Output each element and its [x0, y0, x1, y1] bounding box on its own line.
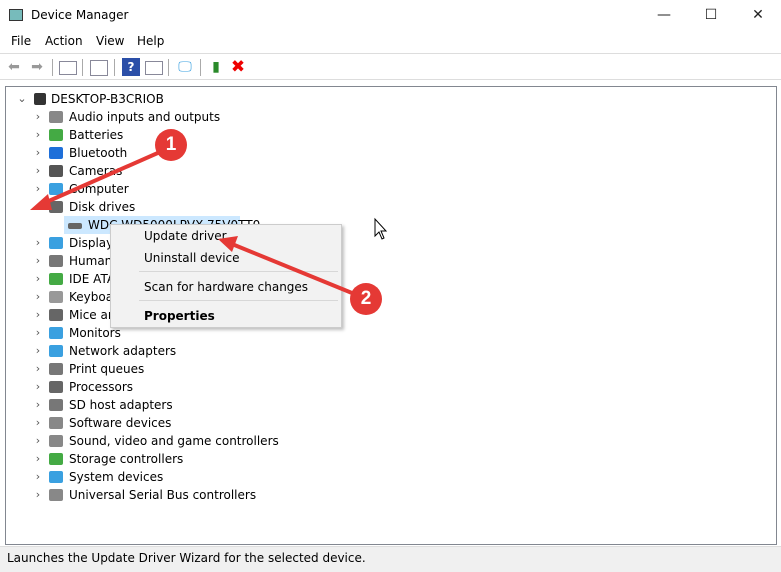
- device-category-icon: [49, 255, 63, 267]
- tree-item-label: Computer: [69, 182, 129, 196]
- device-category-icon: [49, 273, 63, 285]
- chevron-right-icon[interactable]: ›: [32, 468, 44, 486]
- disk-drive-icon: [68, 223, 82, 229]
- action-pane-icon[interactable]: [145, 61, 163, 75]
- chevron-right-icon[interactable]: ›: [32, 342, 44, 360]
- device-category-icon: [49, 111, 63, 123]
- tree-item-label: Cameras: [69, 164, 123, 178]
- chevron-right-icon[interactable]: ›: [32, 360, 44, 378]
- device-category-icon: [49, 327, 63, 339]
- back-icon[interactable]: ⬅: [5, 58, 23, 76]
- forward-icon[interactable]: ➡: [28, 58, 46, 76]
- device-category-icon: [49, 363, 63, 375]
- show-hide-console-tree-icon[interactable]: [59, 61, 77, 75]
- device-category-icon: [49, 381, 63, 393]
- context-menu: Update driver Uninstall device Scan for …: [110, 224, 342, 328]
- tree-item-label: Universal Serial Bus controllers: [69, 488, 257, 502]
- chevron-right-icon[interactable]: ›: [32, 270, 44, 288]
- chevron-right-icon[interactable]: ›: [32, 108, 44, 126]
- menu-view[interactable]: View: [96, 34, 124, 48]
- scan-hardware-icon[interactable]: 🖵: [176, 58, 194, 76]
- menu-properties[interactable]: Properties: [144, 309, 215, 323]
- chevron-right-icon[interactable]: ›: [32, 486, 44, 504]
- device-category-icon: [49, 345, 63, 357]
- tree-item-label: Software devices: [69, 416, 172, 430]
- chevron-right-icon[interactable]: ›: [32, 378, 44, 396]
- device-category-icon: [49, 489, 63, 501]
- device-category-icon: [49, 237, 63, 249]
- menu-bar: File Action View Help: [0, 31, 781, 52]
- device-category-icon: [49, 147, 63, 159]
- tree-item-label: System devices: [69, 470, 164, 484]
- chevron-right-icon[interactable]: ›: [32, 252, 44, 270]
- computer-icon: [34, 93, 46, 105]
- chevron-right-icon[interactable]: ›: [32, 432, 44, 450]
- uninstall-icon[interactable]: ✖: [229, 58, 247, 76]
- device-category-icon: [49, 453, 63, 465]
- menu-update-driver[interactable]: Update driver: [144, 229, 227, 243]
- tree-item-label: Bluetooth: [69, 146, 128, 160]
- device-category-icon: [49, 435, 63, 447]
- chevron-right-icon[interactable]: ›: [32, 396, 44, 414]
- window-title: Device Manager: [31, 8, 129, 22]
- device-category-icon: [49, 309, 63, 321]
- annotation-badge-1: 1: [155, 129, 187, 161]
- tree-item-label: Print queues: [69, 362, 145, 376]
- chevron-right-icon[interactable]: ›: [32, 162, 44, 180]
- menu-help[interactable]: Help: [137, 34, 164, 48]
- device-category-icon: [49, 291, 63, 303]
- device-category-icon: [49, 165, 63, 177]
- status-bar: Launches the Update Driver Wizard for th…: [0, 546, 781, 572]
- chevron-right-icon[interactable]: ›: [32, 450, 44, 468]
- root-label: DESKTOP-B3CRIOB: [51, 92, 164, 106]
- chevron-right-icon[interactable]: ›: [32, 126, 44, 144]
- chevron-right-icon[interactable]: ›: [32, 234, 44, 252]
- title-bar: Device Manager — ☐ ✕: [0, 0, 781, 31]
- help-icon[interactable]: ?: [122, 58, 140, 76]
- menu-scan-hardware[interactable]: Scan for hardware changes: [144, 280, 308, 294]
- chevron-right-icon[interactable]: ›: [32, 144, 44, 162]
- tree-item-label: Processors: [69, 380, 134, 394]
- device-category-icon: [49, 183, 63, 195]
- update-driver-icon[interactable]: ▮: [207, 58, 225, 76]
- device-category-icon: [49, 399, 63, 411]
- tree-item-label: Disk drives: [69, 200, 136, 214]
- chevron-right-icon[interactable]: ›: [32, 180, 44, 198]
- menu-file[interactable]: File: [11, 34, 31, 48]
- device-category-icon: [49, 201, 63, 213]
- chevron-right-icon[interactable]: ›: [32, 414, 44, 432]
- annotation-badge-2: 2: [350, 283, 382, 315]
- chevron-down-icon[interactable]: ⌄: [16, 90, 28, 108]
- chevron-right-icon[interactable]: ›: [32, 324, 44, 342]
- tree-item-label: Network adapters: [69, 344, 177, 358]
- close-button[interactable]: ✕: [735, 0, 781, 31]
- chevron-right-icon[interactable]: ›: [32, 306, 44, 324]
- chevron-right-icon[interactable]: ›: [32, 288, 44, 306]
- device-category-icon: [49, 129, 63, 141]
- tree-item-label: SD host adapters: [69, 398, 173, 412]
- tree-item-label: Storage controllers: [69, 452, 184, 466]
- menu-uninstall-device[interactable]: Uninstall device: [144, 251, 240, 265]
- chevron-down-icon[interactable]: ⌄: [32, 198, 44, 216]
- tree-item-label: Audio inputs and outputs: [69, 110, 221, 124]
- tree-item-label: Sound, video and game controllers: [69, 434, 279, 448]
- device-category-icon: [49, 471, 63, 483]
- properties-icon[interactable]: [90, 60, 108, 76]
- menu-action[interactable]: Action: [45, 34, 83, 48]
- status-text: Launches the Update Driver Wizard for th…: [7, 551, 366, 565]
- device-category-icon: [49, 417, 63, 429]
- maximize-button[interactable]: ☐: [688, 0, 734, 31]
- minimize-button[interactable]: —: [641, 0, 687, 31]
- device-manager-icon: [9, 9, 23, 21]
- tree-item-label: Batteries: [69, 128, 124, 142]
- toolbar: ⬅ ➡ ? 🖵 ▮ ✖: [0, 53, 781, 80]
